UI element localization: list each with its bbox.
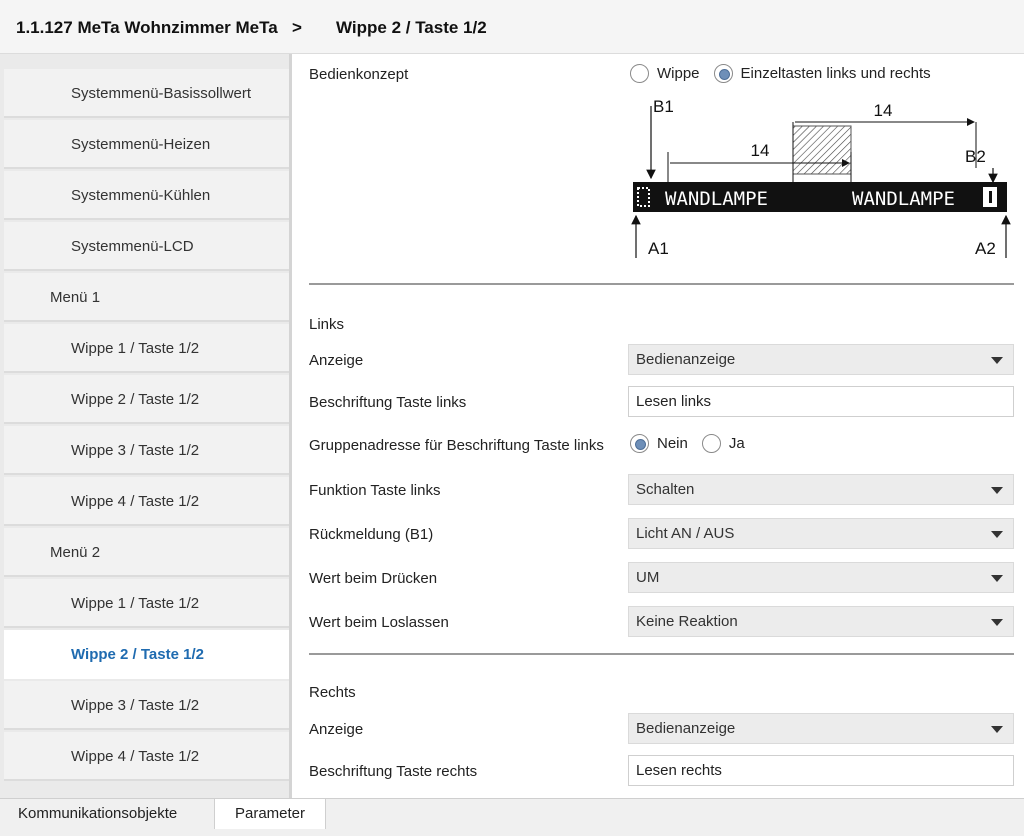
sidebar-item-systemmenue-heizen[interactable]: Systemmenü-Heizen: [4, 120, 289, 169]
radio-ja-label: Ja: [728, 435, 745, 452]
tastenbelegung-diagram: 14 14 B1 B2 WANDLAMPE WANDLAMPE A1 A2: [631, 98, 1011, 258]
chevron-down-icon: [991, 357, 1003, 364]
label-b2: B2: [965, 147, 986, 166]
bedienkonzept-label: Bedienkonzept: [309, 66, 409, 83]
dim-top-text: 14: [874, 101, 893, 120]
radio-einzeltasten[interactable]: [713, 64, 733, 83]
radio-wippe[interactable]: [630, 64, 649, 83]
rechts-anzeige-value: Bedienanzeige: [636, 720, 736, 737]
radio-wippe-label: Wippe: [657, 65, 700, 82]
links-rueckmeldung-value: Licht AN / AUS: [636, 525, 735, 542]
sidebar-item-systemmenue-lcd[interactable]: Systemmenü-LCD: [4, 222, 289, 271]
radio-ja[interactable]: [701, 434, 721, 453]
bedienkonzept-radio-group: Wippe Einzeltasten links und rechts: [630, 64, 945, 83]
sidebar-item-menue-1[interactable]: Menü 1: [4, 273, 289, 322]
sidebar-item-menue1-wippe-3[interactable]: Wippe 3 / Taste 1/2: [4, 426, 289, 475]
divider-links: [309, 283, 1014, 285]
links-gruppenadresse-radio-group: Nein Ja: [630, 434, 759, 453]
links-anzeige-value: Bedienanzeige: [636, 351, 736, 368]
gruppenadresse-option-ja[interactable]: Ja: [701, 434, 745, 453]
chevron-down-icon: [991, 726, 1003, 733]
sidebar-item-menue2-wippe-3[interactable]: Wippe 3 / Taste 1/2: [4, 681, 289, 730]
sidebar-item-menue1-wippe-1[interactable]: Wippe 1 / Taste 1/2: [4, 324, 289, 373]
sidebar-item-menue2-wippe-1[interactable]: Wippe 1 / Taste 1/2: [4, 579, 289, 628]
chevron-down-icon: [991, 575, 1003, 582]
sidebar-item-menue2-wippe-2[interactable]: Wippe 2 / Taste 1/2: [4, 630, 289, 679]
links-beschriftung-label: Beschriftung Taste links: [309, 394, 467, 411]
breadcrumb-root[interactable]: 1.1.127 MeTa Wohnzimmer MeTa: [16, 18, 278, 38]
label-a2: A2: [975, 239, 996, 258]
sidebar-item-systemmenue-basissollwert[interactable]: Systemmenü-Basissollwert: [4, 69, 289, 118]
display-text-left: WANDLAMPE: [665, 188, 768, 210]
sidebar-item-menue1-wippe-2[interactable]: Wippe 2 / Taste 1/2: [4, 375, 289, 424]
gruppenadresse-option-nein[interactable]: Nein: [630, 434, 688, 453]
chevron-down-icon: [991, 531, 1003, 538]
links-anzeige-label: Anzeige: [309, 352, 364, 369]
sidebar-item-menue1-wippe-4[interactable]: Wippe 4 / Taste 1/2: [4, 477, 289, 526]
sidebar-item-menue-2[interactable]: Menü 2: [4, 528, 289, 577]
links-loslassen-label: Wert beim Loslassen: [309, 614, 449, 631]
label-a1: A1: [648, 239, 669, 258]
section-title-rechts: Rechts: [309, 684, 356, 701]
breadcrumb-separator: >: [292, 18, 302, 37]
dim-left-text: 14: [751, 141, 770, 160]
links-beschriftung-input[interactable]: Lesen links: [628, 386, 1014, 417]
links-druecken-value: UM: [636, 569, 660, 586]
links-loslassen-value: Keine Reaktion: [636, 613, 738, 630]
radio-nein-label: Nein: [657, 435, 688, 452]
sidebar-item-menue2-wippe-4[interactable]: Wippe 4 / Taste 1/2: [4, 732, 289, 781]
links-funktion-select[interactable]: Schalten: [628, 474, 1014, 505]
links-rueckmeldung-label: Rückmeldung (B1): [309, 526, 434, 543]
right-key-indicator-mark: [989, 191, 992, 203]
page-title: Wippe 2 / Taste 1/2: [336, 18, 487, 37]
links-funktion-value: Schalten: [636, 481, 695, 498]
links-anzeige-select[interactable]: Bedienanzeige: [628, 344, 1014, 375]
tab-parameter[interactable]: Parameter: [214, 799, 326, 829]
divider-rechts: [309, 653, 1014, 655]
bedienkonzept-option-wippe[interactable]: Wippe: [630, 64, 700, 83]
label-b1: B1: [653, 98, 674, 116]
links-funktion-label: Funktion Taste links: [309, 482, 441, 499]
sidebar: Systemmenü-Basissollwert Systemmenü-Heiz…: [0, 54, 292, 798]
rechts-beschriftung-input[interactable]: Lesen rechts: [628, 755, 1014, 786]
chevron-down-icon: [991, 487, 1003, 494]
sidebar-item-systemmenue-kuehlen[interactable]: Systemmenü-Kühlen: [4, 171, 289, 220]
hatched-area: [792, 125, 852, 175]
rechts-beschriftung-label: Beschriftung Taste rechts: [309, 763, 478, 780]
links-loslassen-select[interactable]: Keine Reaktion: [628, 606, 1014, 637]
chevron-down-icon: [991, 619, 1003, 626]
radio-nein[interactable]: [630, 434, 649, 453]
rechts-anzeige-select[interactable]: Bedienanzeige: [628, 713, 1014, 744]
links-rueckmeldung-select[interactable]: Licht AN / AUS: [628, 518, 1014, 549]
bottom-tab-bar: Kommunikationsobjekte Parameter: [0, 798, 1024, 836]
radio-einzeltasten-label: Einzeltasten links und rechts: [740, 65, 931, 82]
display-text-right: WANDLAMPE: [852, 188, 955, 210]
rechts-anzeige-label: Anzeige: [309, 721, 364, 738]
bedienkonzept-option-einzeltasten[interactable]: Einzeltasten links und rechts: [713, 64, 931, 83]
header-bar: 1.1.127 MeTa Wohnzimmer MeTa > Wippe 2 /…: [0, 0, 1024, 54]
links-druecken-label: Wert beim Drücken: [309, 570, 438, 587]
links-druecken-select[interactable]: UM: [628, 562, 1014, 593]
tab-kommunikationsobjekte[interactable]: Kommunikationsobjekte: [18, 799, 177, 829]
links-gruppenadresse-label: Gruppenadresse für Beschriftung Taste li…: [309, 437, 604, 454]
section-title-links: Links: [309, 316, 345, 333]
parameter-panel: Bedienkonzept Wippe Einzeltasten links u…: [295, 54, 1024, 798]
